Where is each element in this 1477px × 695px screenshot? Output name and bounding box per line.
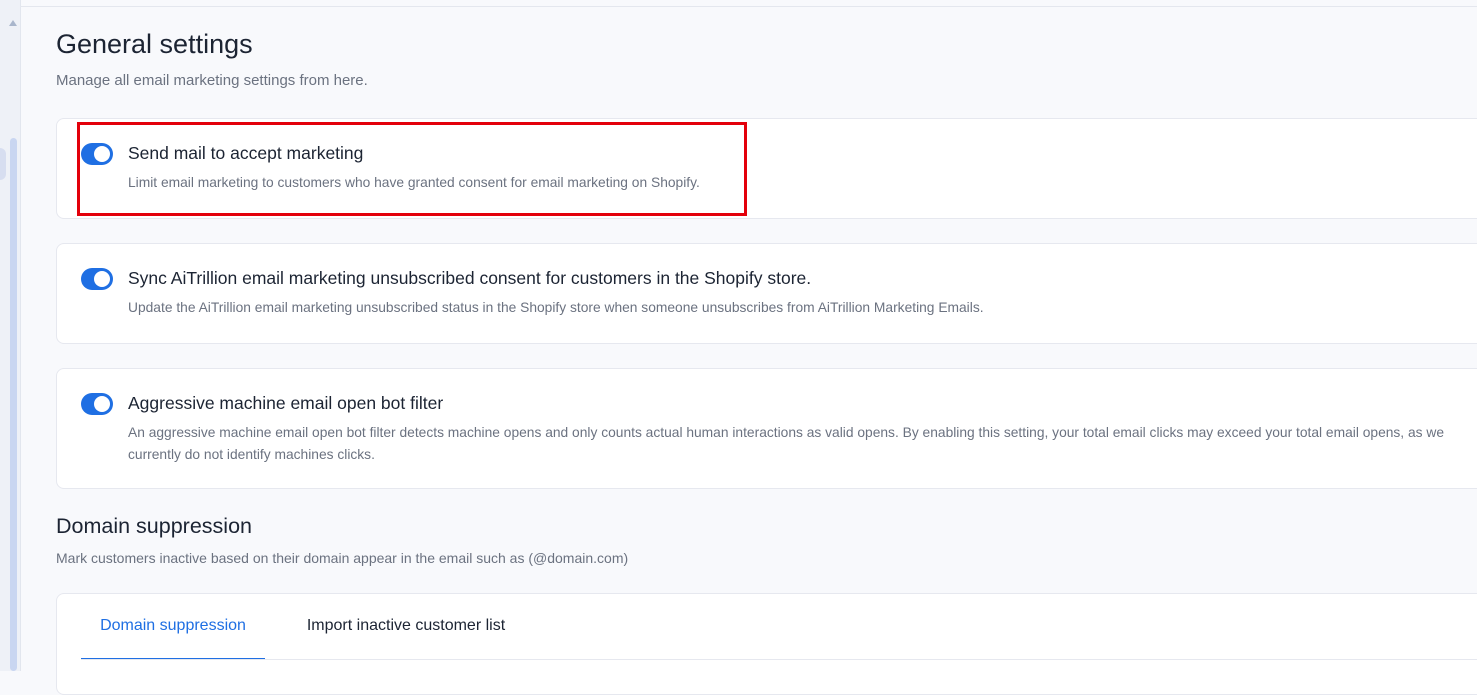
tabs-divider [81,659,1477,660]
setting-card-bot-filter: Aggressive machine email open bot filter… [56,368,1477,489]
domain-suppression-title: Domain suppression [56,514,252,538]
scrollbar-thumb[interactable] [10,138,17,671]
scroll-up-arrow-icon[interactable] [9,20,17,26]
tab-domain-suppression[interactable]: Domain suppression [81,614,265,660]
setting-card-accept-marketing: Send mail to accept marketing Limit emai… [56,118,1477,219]
setting-description: An aggressive machine email open bot fil… [128,425,1445,462]
page-subtitle: Manage all email marketing settings from… [56,72,368,89]
accept-marketing-toggle[interactable] [81,143,113,165]
domain-suppression-card: Domain suppression Import inactive custo… [56,593,1477,695]
setting-title: Send mail to accept marketing [128,143,364,163]
bot-filter-toggle[interactable] [81,393,113,415]
setting-description: Limit email marketing to customers who h… [128,175,700,190]
sync-unsubscribed-toggle[interactable] [81,268,113,290]
header-divider [20,6,1477,7]
domain-suppression-subtitle: Mark customers inactive based on their d… [56,550,629,566]
sidebar-tab-handle[interactable] [0,148,6,180]
setting-title: Aggressive machine email open bot filter [128,393,444,413]
setting-description: Update the AiTrillion email marketing un… [128,300,984,315]
toggle-knob [94,146,110,162]
setting-card-sync-unsubscribed: Sync AiTrillion email marketing unsubscr… [56,243,1477,344]
tab-import-inactive-customer-list[interactable]: Import inactive customer list [285,614,527,658]
toggle-knob [94,271,110,287]
toggle-knob [94,396,110,412]
page-title: General settings [56,29,253,59]
setting-title: Sync AiTrillion email marketing unsubscr… [128,268,812,288]
left-scroll-strip [0,0,21,671]
